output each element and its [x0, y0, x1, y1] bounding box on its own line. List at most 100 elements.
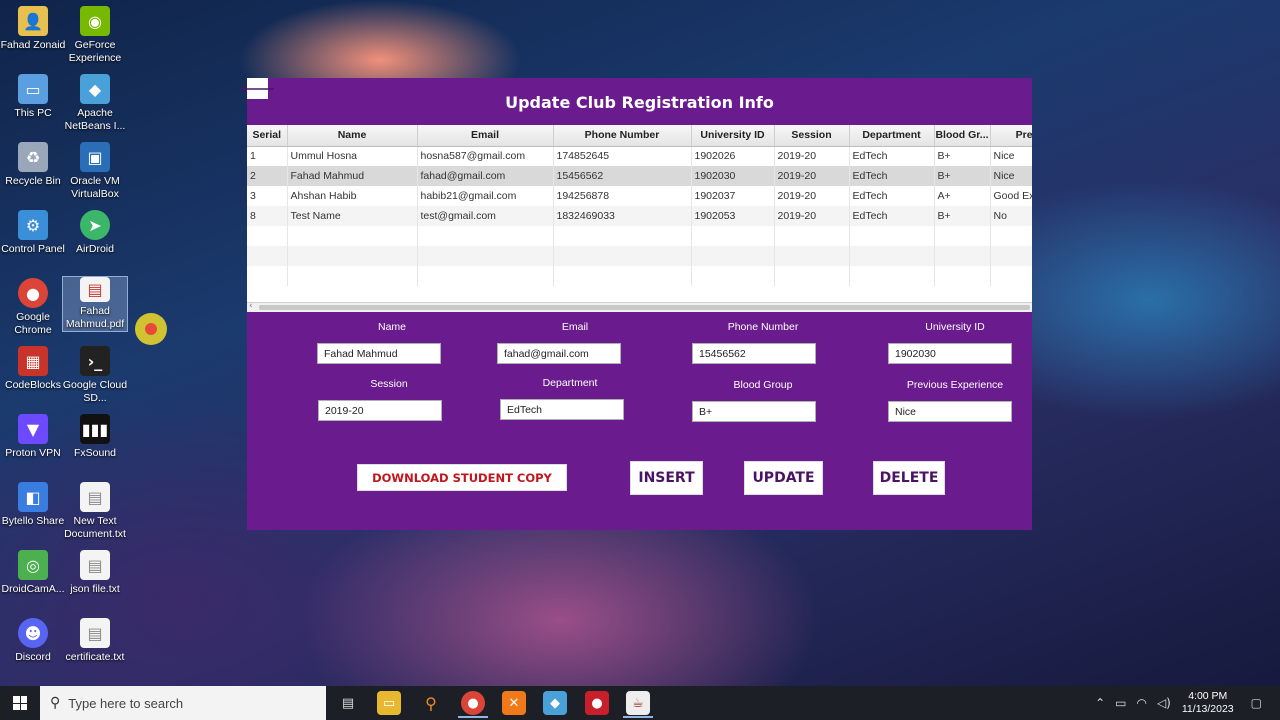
- table-header-row: Serial Name Email Phone Number Universit…: [247, 125, 1032, 147]
- table-cell: Ummul Hosna: [287, 146, 418, 166]
- desktop-icon-codeblocks[interactable]: ▦ CodeBlocks: [0, 346, 66, 392]
- droidcam-icon: ◎: [18, 550, 48, 580]
- magnifier-app-icon[interactable]: ⚲: [419, 691, 443, 715]
- column-header[interactable]: Serial: [247, 125, 288, 147]
- desktop-icon-new-text-document[interactable]: ▤ New Text Document.txt: [62, 482, 128, 541]
- desktop-icon-pdf[interactable]: ▤ Fahad Mahmud.pdf: [62, 276, 128, 332]
- table-cell: 2: [247, 166, 288, 186]
- desktop-icon-json-file[interactable]: ▤ json file.txt: [62, 550, 128, 596]
- desktop-icon-virtualbox[interactable]: ▣ Oracle VM VirtualBox: [62, 142, 128, 201]
- table-cell: 2019-20: [774, 186, 850, 206]
- desktop-icon-certificate[interactable]: ▤ certificate.txt: [62, 618, 128, 664]
- desktop-icon-fxsound[interactable]: ▮▮▮ FxSound: [62, 414, 128, 460]
- update-button[interactable]: UPDATE: [744, 461, 823, 495]
- table-cell: EdTech: [849, 146, 935, 166]
- desktop-icon-control-panel[interactable]: ⚙ Control Panel: [0, 210, 66, 256]
- java-app-icon[interactable]: ☕: [626, 691, 650, 715]
- previous-experience-input[interactable]: [888, 401, 1012, 422]
- text-file-icon: ▤: [80, 482, 110, 512]
- column-header[interactable]: Name: [287, 125, 418, 147]
- table-cell: 194256878: [553, 186, 692, 206]
- column-header[interactable]: Previ: [990, 125, 1032, 147]
- session-input[interactable]: [318, 400, 442, 421]
- netbeans-taskbar-icon[interactable]: ◆: [543, 691, 567, 715]
- scroll-left-icon[interactable]: ‹: [249, 301, 253, 311]
- registration-table[interactable]: Serial Name Email Phone Number Universit…: [247, 125, 1032, 312]
- chevron-up-icon[interactable]: ⌃: [1095, 696, 1105, 710]
- column-header[interactable]: Email: [417, 125, 554, 147]
- text-file-icon: ▤: [80, 618, 110, 648]
- folder-user-icon: 👤: [18, 6, 48, 36]
- table-cell: 1902053: [691, 206, 775, 226]
- column-header[interactable]: Blood Gr...: [934, 125, 991, 147]
- table-cell: fahad@gmail.com: [417, 166, 554, 186]
- desktop-icon-google-cloud-sdk[interactable]: ›_ Google Cloud SD...: [62, 346, 128, 405]
- file-explorer-icon[interactable]: ▭: [377, 691, 401, 715]
- table-row[interactable]: 8 Test Name test@gmail.com 1832469033 19…: [247, 206, 1032, 226]
- email-label: Email: [561, 321, 589, 333]
- xampp-icon[interactable]: ✕: [502, 691, 526, 715]
- table-cell: B+: [934, 146, 991, 166]
- university-id-input[interactable]: [888, 343, 1012, 364]
- clock[interactable]: 4:00 PM 11/13/2023: [1182, 690, 1234, 716]
- table-row-selected[interactable]: 2 Fahad Mahmud fahad@gmail.com 15456562 …: [247, 166, 1032, 186]
- table-cell: 1902030: [691, 166, 775, 186]
- desktop-icon-discord[interactable]: ☻ Discord: [0, 618, 66, 664]
- phone-label: Phone Number: [727, 321, 799, 333]
- wifi-icon[interactable]: ◠: [1136, 696, 1146, 710]
- table-cell: A+: [934, 186, 991, 206]
- battery-icon[interactable]: ▭: [1115, 696, 1126, 710]
- table-cell: 1902037: [691, 186, 775, 206]
- table-cell: Ahshan Habib: [287, 186, 418, 206]
- desktop-icon-fahad-zonaid[interactable]: 👤 Fahad Zonaid: [0, 6, 66, 52]
- table-cell: Fahad Mahmud: [287, 166, 418, 186]
- column-header[interactable]: Phone Number: [553, 125, 692, 147]
- table-cell: 8: [247, 206, 288, 226]
- desktop-icon-droidcam[interactable]: ◎ DroidCamA...: [0, 550, 66, 596]
- phone-input[interactable]: [692, 343, 816, 364]
- table-cell: 15456562: [553, 166, 692, 186]
- horizontal-scrollbar[interactable]: ‹: [247, 301, 1032, 312]
- desktop-icon-airdroid[interactable]: ➤ AirDroid: [62, 210, 128, 256]
- table-cell: Test Name: [287, 206, 418, 226]
- insert-button[interactable]: INSERT: [630, 461, 703, 495]
- desktop-icon-chrome[interactable]: ● Google Chrome: [0, 278, 66, 337]
- codeblocks-icon: ▦: [18, 346, 48, 376]
- clock-time: 4:00 PM: [1188, 690, 1228, 702]
- column-header[interactable]: University ID: [691, 125, 775, 147]
- recorder-icon[interactable]: ●: [585, 691, 609, 715]
- desktop-icon-this-pc[interactable]: ▭ This PC: [0, 74, 66, 120]
- table-cell: hosna587@gmail.com: [417, 146, 554, 166]
- task-view-icon[interactable]: ▤: [336, 691, 360, 715]
- table-cell: 1: [247, 146, 288, 166]
- name-input[interactable]: [317, 343, 441, 364]
- delete-button[interactable]: DELETE: [873, 461, 945, 495]
- desktop-icon-proton-vpn[interactable]: ▼ Proton VPN: [0, 414, 66, 460]
- scrollbar-thumb[interactable]: [259, 305, 1030, 310]
- table-row[interactable]: 3 Ahshan Habib habib21@gmail.com 1942568…: [247, 186, 1032, 206]
- desktop-icon-netbeans[interactable]: ◆ Apache NetBeans I...: [62, 74, 128, 133]
- start-button[interactable]: [0, 686, 40, 720]
- chrome-taskbar-icon[interactable]: ●: [461, 691, 485, 715]
- taskbar-search[interactable]: ⚲ Type here to search: [40, 686, 326, 720]
- table-cell: 174852645: [553, 146, 692, 166]
- table-cell: Good Exp: [990, 186, 1032, 206]
- department-input[interactable]: [500, 399, 624, 420]
- column-header[interactable]: Department: [849, 125, 935, 147]
- table-row[interactable]: 1 Ummul Hosna hosna587@gmail.com 1748526…: [247, 146, 1032, 166]
- table-cell: EdTech: [849, 206, 935, 226]
- volume-icon[interactable]: ◁): [1157, 696, 1171, 710]
- blood-group-label: Blood Group: [733, 379, 793, 391]
- table-cell: 2019-20: [774, 206, 850, 226]
- email-input[interactable]: [497, 343, 621, 364]
- notification-icon[interactable]: ▢: [1251, 696, 1262, 710]
- recycle-bin-icon: ♻: [18, 142, 48, 172]
- desktop-icon-geforce[interactable]: ◉ GeForce Experience: [62, 6, 128, 65]
- desktop-icon-bytello-share[interactable]: ◧ Bytello Share: [0, 482, 66, 528]
- active-app-indicator: [623, 716, 653, 718]
- column-header[interactable]: Session: [774, 125, 850, 147]
- download-student-copy-button[interactable]: DOWNLOAD STUDENT COPY: [357, 464, 567, 491]
- desktop-icon-recycle-bin[interactable]: ♻ Recycle Bin: [0, 142, 66, 188]
- previous-experience-label: Previous Experience: [906, 379, 1004, 391]
- blood-group-input[interactable]: [692, 401, 816, 422]
